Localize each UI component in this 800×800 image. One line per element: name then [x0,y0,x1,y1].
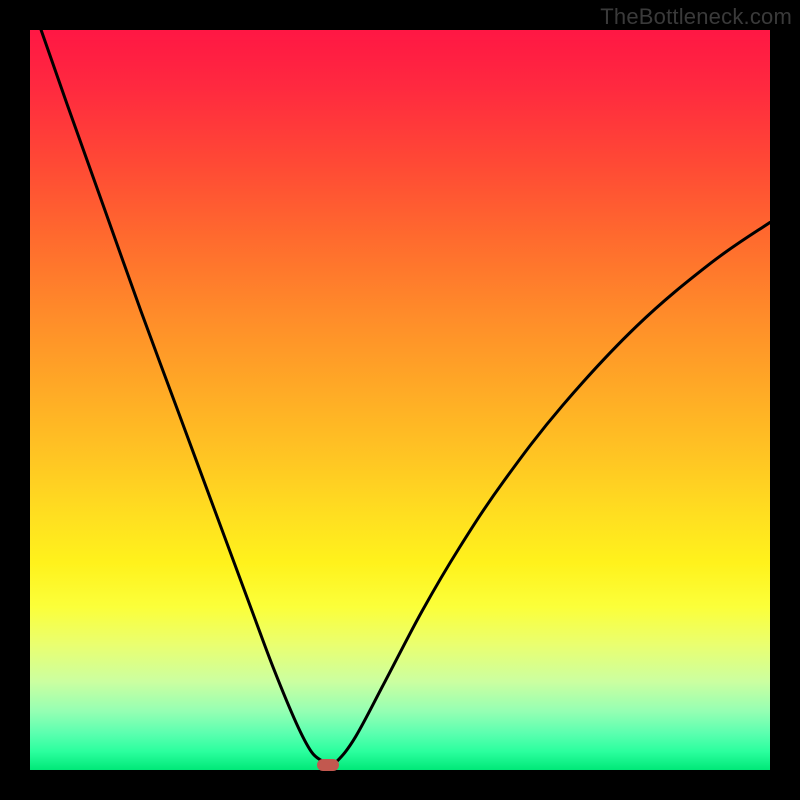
bottleneck-curve [30,30,770,770]
watermark-text: TheBottleneck.com [600,4,792,30]
minimum-marker [317,759,339,771]
